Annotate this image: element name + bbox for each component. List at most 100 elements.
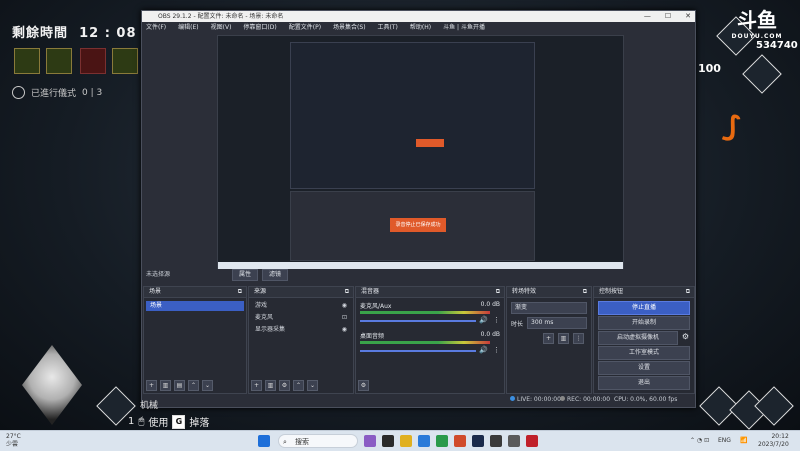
source-item[interactable]: 显示器采集 ◉	[251, 325, 351, 335]
settings-button[interactable]: 设置	[598, 361, 690, 375]
menu-file[interactable]: 文件(F)	[146, 22, 166, 33]
add-icon[interactable]: +	[251, 380, 262, 391]
more-icon[interactable]: ⋮	[573, 333, 584, 344]
popout-icon[interactable]: ⧉	[496, 287, 500, 297]
close-icon[interactable]: ✕	[685, 11, 691, 22]
window-title: OBS 29.1.2 - 配置文件: 未命名 - 场景: 未命名	[158, 13, 284, 20]
obs-preview[interactable]: 录音停止已保存成功	[217, 35, 624, 275]
cpu-status: CPU: 0.0%, 60.00 fps	[614, 396, 678, 403]
weather-widget[interactable]: 27°C 少雲	[6, 433, 21, 449]
obs-window[interactable]: OBS 29.1.2 - 配置文件: 未命名 - 场景: 未命名 — ☐ ✕ 文…	[141, 10, 696, 408]
gear-icon[interactable]: ⚙	[682, 332, 689, 341]
volume-slider[interactable]	[360, 320, 476, 322]
network-icon[interactable]: 📶	[740, 437, 747, 444]
lock-icon[interactable]: ⊡	[342, 313, 347, 323]
obs-status-bar: LIVE: 00:00:00 REC: 00:00:00 CPU: 0.0%, …	[142, 394, 695, 406]
recording-saved-toast: 录音停止已保存成功	[390, 218, 446, 232]
add-icon[interactable]: +	[146, 380, 157, 391]
controls-title: 控制按钮	[599, 288, 624, 295]
file-explorer-icon[interactable]	[400, 435, 412, 447]
live-status: LIVE: 00:00:00	[510, 394, 561, 406]
obs-titlebar[interactable]: OBS 29.1.2 - 配置文件: 未命名 - 场景: 未命名 — ☐ ✕	[142, 11, 695, 22]
windows-taskbar: 27°C 少雲 ⌕ 搜索 ⌃ ◔ ⊡ ENG 📶 20:12 2023/7/20	[0, 430, 800, 451]
menu-tools[interactable]: 工具(T)	[378, 22, 398, 33]
minimize-icon[interactable]: —	[644, 11, 651, 22]
duration-input[interactable]: 300 ms	[527, 317, 587, 329]
menu-douyu[interactable]: 斗鱼 | 斗鱼开播	[443, 22, 485, 33]
scenes-dock: 场景 ⧉ 场景 + ▥ ▤ ⌃ ⌄	[143, 286, 247, 394]
volume-meter	[360, 341, 490, 344]
channel-name: 桌面音频	[360, 333, 385, 340]
delete-icon[interactable]: ▥	[558, 333, 569, 344]
mixer-title: 混音器	[361, 288, 380, 295]
item-hint: 1 🖱 使用 G 掉落	[128, 414, 210, 429]
maximize-icon[interactable]: ☐	[665, 11, 671, 22]
properties-button[interactable]: 属性	[232, 269, 259, 281]
more-icon[interactable]: ⋮	[493, 346, 500, 354]
menu-help[interactable]: 帮助(H)	[410, 22, 431, 33]
down-icon[interactable]: ⌄	[202, 380, 213, 391]
studio-mode-button[interactable]: 工作室模式	[598, 346, 690, 360]
filters-button[interactable]: 滤镜	[262, 269, 289, 281]
channel-db: 0.0 dB	[480, 301, 500, 308]
taskbar-app-icon[interactable]	[364, 435, 376, 447]
nested-preview	[290, 42, 535, 189]
up-icon[interactable]: ⌃	[188, 380, 199, 391]
steam-icon[interactable]	[472, 435, 484, 447]
volume-slider[interactable]	[360, 350, 476, 352]
scenes-title: 场景	[149, 288, 162, 295]
menu-docks[interactable]: 停靠窗口(D)	[243, 22, 276, 33]
popout-icon[interactable]: ⧉	[686, 287, 690, 297]
popout-icon[interactable]: ⧉	[238, 287, 242, 297]
filter-icon[interactable]: ▤	[174, 380, 185, 391]
start-recording-button[interactable]: 开始录制	[598, 316, 690, 330]
source-item[interactable]: 麦克风 ⊡	[251, 313, 351, 323]
search-box[interactable]: ⌕ 搜索	[278, 434, 358, 448]
menu-scene-collection[interactable]: 场景集合(S)	[333, 22, 366, 33]
eye-icon[interactable]: ◉	[342, 301, 347, 311]
taskbar-app-icon[interactable]	[382, 435, 394, 447]
menu-profile[interactable]: 配置文件(P)	[289, 22, 321, 33]
tray-icons[interactable]: ⌃ ◔ ⊡	[690, 437, 709, 444]
score-value: 534740	[756, 40, 798, 51]
start-icon[interactable]	[258, 435, 270, 447]
item-slot	[80, 48, 106, 74]
menu-view[interactable]: 视图(V)	[211, 22, 232, 33]
gear-icon[interactable]: ⚙	[279, 380, 290, 391]
channel-db: 0.0 dB	[480, 331, 500, 338]
delete-icon[interactable]: ▥	[265, 380, 276, 391]
virtual-camera-button[interactable]: 启动虚拟摄像机	[598, 331, 678, 345]
gear-icon[interactable]: ⚙	[358, 380, 369, 391]
source-status: 未选择源	[142, 269, 695, 281]
scene-item[interactable]: 场景	[146, 301, 244, 311]
language-indicator[interactable]: ENG	[718, 437, 731, 444]
more-icon[interactable]: ⋮	[493, 316, 500, 324]
taskbar-app-icon[interactable]	[418, 435, 430, 447]
score-left: 100	[698, 62, 721, 75]
menu-edit[interactable]: 编辑(E)	[178, 22, 198, 33]
down-icon[interactable]: ⌄	[307, 380, 318, 391]
add-icon[interactable]: +	[543, 333, 554, 344]
source-item[interactable]: 游戏 ◉	[251, 301, 351, 311]
up-icon[interactable]: ⌃	[293, 380, 304, 391]
transition-select[interactable]: 渐变	[511, 302, 587, 314]
stop-streaming-button[interactable]: 停止直播	[598, 301, 690, 315]
popout-icon[interactable]: ⧉	[583, 287, 587, 297]
obs-taskbar-icon[interactable]	[490, 435, 502, 447]
speaker-icon[interactable]: 🔊	[479, 316, 488, 324]
taskbar-app-icon[interactable]	[508, 435, 520, 447]
time-remaining: 剩餘時間 12 : 08	[12, 26, 137, 41]
ritual-progress: 已進行儀式 0 | 3	[12, 86, 102, 99]
exit-button[interactable]: 退出	[598, 376, 690, 390]
speaker-icon[interactable]: 🔊	[479, 346, 488, 354]
taskbar-app-icon[interactable]	[454, 435, 466, 447]
clock[interactable]: 20:12 2023/7/20	[758, 433, 789, 449]
taskbar-app-icon[interactable]	[436, 435, 448, 447]
transitions-title: 转场特效	[512, 288, 537, 295]
douyu-logo: 斗鱼 DOUYU.COM	[731, 8, 783, 40]
delete-icon[interactable]: ▥	[160, 380, 171, 391]
eye-icon[interactable]: ◉	[342, 325, 347, 335]
taskbar-app-icon[interactable]	[526, 435, 538, 447]
popout-icon[interactable]: ⧉	[345, 287, 349, 297]
key-g: G	[172, 414, 186, 429]
